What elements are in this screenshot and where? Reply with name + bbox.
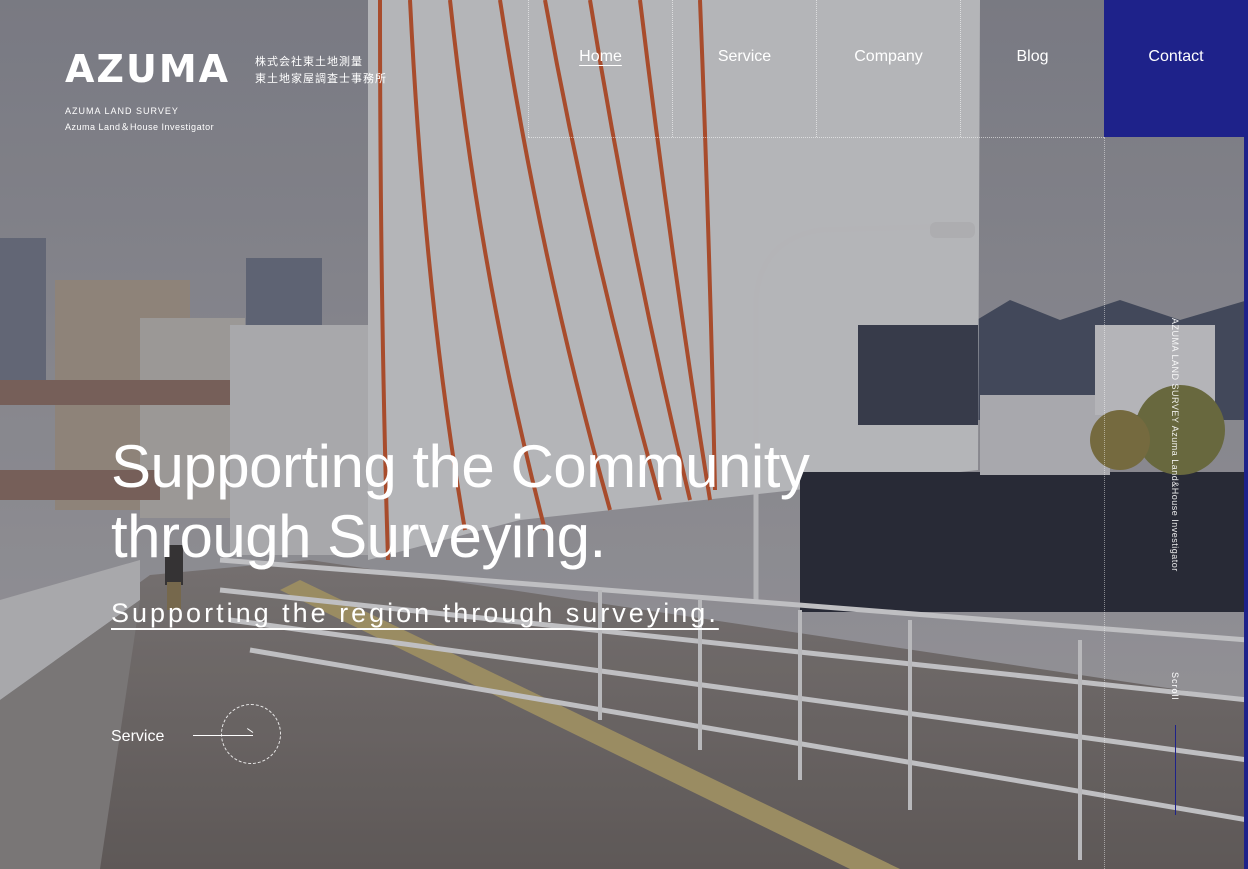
vertical-brand-text: AZUMA LAND SURVEY Azuma Land&House Inves… bbox=[1170, 318, 1180, 572]
nav-contact-button[interactable]: Contact bbox=[1104, 0, 1248, 137]
logo-jp-line2: 東土地家屋調査士事務所 bbox=[255, 73, 387, 85]
main-nav: Home Service Company Blog Contact bbox=[528, 0, 1248, 137]
circle-icon bbox=[221, 704, 281, 764]
service-cta-link[interactable]: Service bbox=[111, 704, 291, 766]
scroll-indicator[interactable]: Scroll bbox=[1170, 672, 1180, 701]
nav-company[interactable]: Company bbox=[816, 0, 960, 137]
nav-blog-label: Blog bbox=[1016, 48, 1049, 65]
logo-subtitle-1: AZUMA LAND SURVEY bbox=[65, 106, 179, 116]
hero-headline: Supporting the Community through Surveyi… bbox=[111, 432, 810, 572]
hero-headline-line2: through Surveying. bbox=[111, 503, 606, 570]
hero-tagline: Supporting the region through surveying. bbox=[111, 598, 719, 628]
scroll-line bbox=[1175, 725, 1176, 815]
nav-home-label: Home bbox=[579, 48, 622, 65]
grid-divider bbox=[1104, 137, 1105, 869]
site-logo[interactable]: AZUMA 株式会社東土地測量 東土地家屋調査士事務所 AZUMA LAND S… bbox=[65, 47, 386, 132]
accent-bar bbox=[1244, 137, 1248, 869]
nav-company-label: Company bbox=[854, 48, 923, 65]
service-cta-label: Service bbox=[111, 728, 165, 745]
nav-home[interactable]: Home bbox=[528, 0, 672, 137]
nav-contact-label: Contact bbox=[1148, 48, 1204, 65]
nav-divider bbox=[528, 137, 1104, 138]
arrow-right-icon bbox=[193, 735, 253, 736]
nav-service-label: Service bbox=[717, 48, 772, 65]
nav-blog[interactable]: Blog bbox=[960, 0, 1104, 137]
logo-jp-line1: 株式会社東土地測量 bbox=[255, 56, 363, 68]
nav-service[interactable]: Service bbox=[672, 0, 816, 137]
logo-subtitle-2: Azuma Land＆House Investigator bbox=[65, 122, 215, 132]
logo-wordmark: AZUMA bbox=[65, 47, 231, 91]
logo-japanese-name: 株式会社東土地測量 東土地家屋調査士事務所 bbox=[255, 54, 387, 88]
hero-headline-line1: Supporting the Community bbox=[111, 433, 810, 500]
